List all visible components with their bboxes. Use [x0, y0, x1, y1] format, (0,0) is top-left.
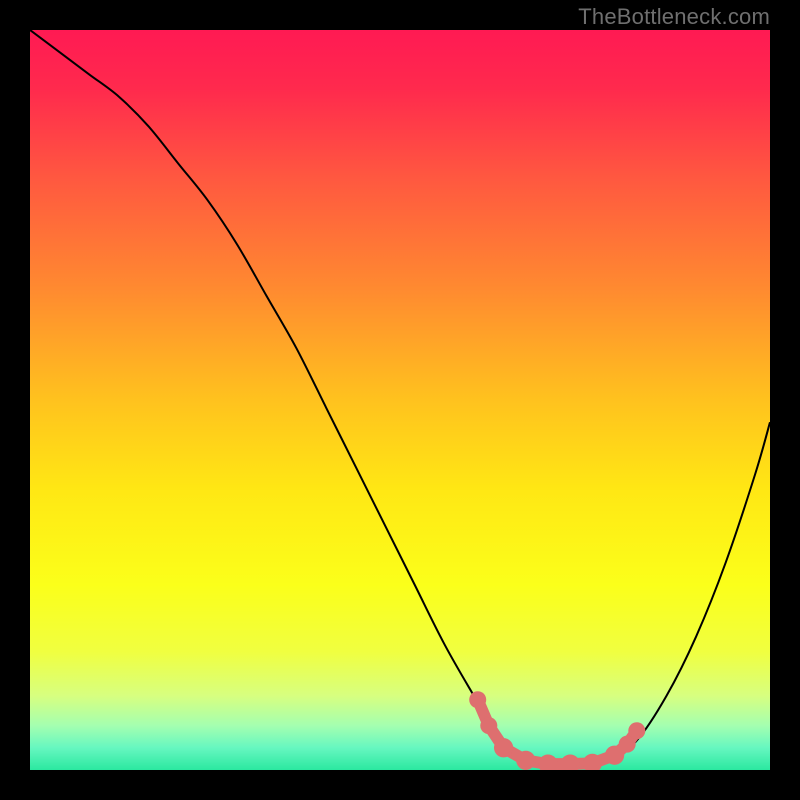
- outer-frame: TheBottleneck.com: [0, 0, 800, 800]
- data-marker: [494, 738, 513, 757]
- data-marker: [516, 751, 535, 770]
- bottleneck-curve: [30, 30, 770, 764]
- data-marker: [469, 691, 486, 708]
- data-marker: [561, 754, 580, 770]
- data-marker: [480, 717, 497, 734]
- watermark-text: TheBottleneck.com: [578, 4, 770, 30]
- plot-area: [30, 30, 770, 770]
- data-marker: [538, 754, 557, 770]
- curve-layer: [30, 30, 770, 770]
- data-marker: [628, 722, 645, 739]
